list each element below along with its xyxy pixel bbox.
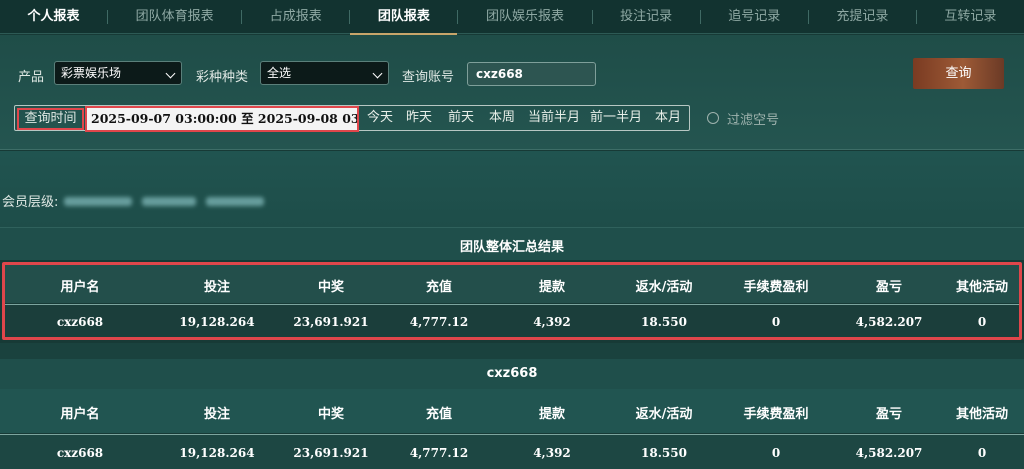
header-rebate: 返水/活动 xyxy=(635,407,693,422)
cell-profit-loss: 4,582.207 xyxy=(855,446,923,460)
blurred-member-level xyxy=(206,197,264,206)
filter-panel: 产品 彩票娱乐场 彩种种类 全选 查询账号 cxz668 查询 查询时间 202… xyxy=(0,35,1024,150)
account-header-row: 用户名 投注 中奖 充值 提款 返水/活动 手续费盈利 盈亏 其他活动 xyxy=(0,389,1024,433)
blurred-member-level xyxy=(142,197,196,206)
chevron-down-icon xyxy=(165,68,176,79)
quick-range-yesterday[interactable]: 昨天 xyxy=(406,106,432,130)
tab-team-report[interactable]: 团队报表 xyxy=(350,0,458,35)
cell-fee-profit: 0 xyxy=(771,446,781,460)
summary-highlight-box xyxy=(2,262,1022,340)
account-input[interactable]: cxz668 xyxy=(467,62,596,86)
header-withdraw: 提款 xyxy=(538,407,565,422)
tab-deposit-withdraw-records[interactable]: 充提记录 xyxy=(809,0,916,34)
header-fee-profit: 手续费盈利 xyxy=(743,407,809,422)
header-username: 用户名 xyxy=(60,407,100,422)
header-profit-loss: 盈亏 xyxy=(875,407,902,422)
tab-transfer-records[interactable]: 互转记录 xyxy=(917,0,1024,34)
time-filter-row: 查询时间 2025-09-07 03:00:00 至 2025-09-08 03… xyxy=(14,105,690,132)
query-time-label: 查询时间 xyxy=(17,108,84,130)
cell-win: 23,691.921 xyxy=(293,446,369,460)
top-tab-bar: 个人报表 团队体育报表 占成报表 团队报表 团队娱乐报表 投注记录 追号记录 充… xyxy=(0,0,1024,35)
header-win: 中奖 xyxy=(317,407,344,422)
cell-bet: 19,128.264 xyxy=(179,446,255,460)
cell-other-activity: 0 xyxy=(977,446,987,460)
quick-range-today[interactable]: 今天 xyxy=(367,106,393,130)
section-divider xyxy=(0,343,1024,359)
cell-rebate: 18.550 xyxy=(641,446,687,460)
header-deposit: 充值 xyxy=(425,407,452,422)
member-level-area: 会员层级: xyxy=(0,151,1024,227)
chevron-down-icon xyxy=(372,68,383,79)
table-row: cxz668 19,128.264 23,691.921 4,777.12 4,… xyxy=(0,434,1024,469)
blurred-member-level xyxy=(64,197,132,206)
lottery-type-label: 彩种种类 xyxy=(196,70,249,85)
tab-share-report[interactable]: 占成报表 xyxy=(242,0,349,34)
query-button[interactable]: 查询 xyxy=(913,58,1004,89)
product-select[interactable]: 彩票娱乐场 xyxy=(54,61,182,85)
header-other-activity: 其他活动 xyxy=(955,407,1008,422)
member-level-label: 会员层级: xyxy=(2,195,59,210)
cell-withdraw: 4,392 xyxy=(533,446,571,460)
quick-range-this-week[interactable]: 本周 xyxy=(489,106,515,130)
summary-title: 团队整体汇总结果 xyxy=(459,240,564,255)
lottery-type-select[interactable]: 全选 xyxy=(260,61,389,85)
product-label: 产品 xyxy=(18,70,45,85)
lottery-type-select-value: 全选 xyxy=(267,66,292,80)
header-bet: 投注 xyxy=(203,407,230,422)
quick-range-previous-half-month[interactable]: 前一半月 xyxy=(590,106,642,130)
tab-chase-records[interactable]: 追号记录 xyxy=(701,0,808,34)
filter-empty-label: 过滤空号 xyxy=(727,113,780,128)
quick-range-current-half-month[interactable]: 当前半月 xyxy=(528,106,580,130)
cell-username: cxz668 xyxy=(56,446,104,460)
time-range-input[interactable]: 2025-09-07 03:00:00 至 2025-09-08 03:00:0… xyxy=(85,106,359,132)
account-label: 查询账号 xyxy=(402,70,455,85)
account-table-title: cxz668 xyxy=(486,366,538,381)
tab-personal-report[interactable]: 个人报表 xyxy=(0,0,107,34)
quick-range-day-before[interactable]: 前天 xyxy=(448,106,474,130)
product-select-value: 彩票娱乐场 xyxy=(61,66,122,80)
filter-empty-radio[interactable] xyxy=(707,112,719,124)
cell-deposit: 4,777.12 xyxy=(409,446,469,460)
tab-bet-records[interactable]: 投注记录 xyxy=(593,0,700,34)
tab-team-entertainment-report[interactable]: 团队娱乐报表 xyxy=(458,0,591,34)
tab-team-sports-report[interactable]: 团队体育报表 xyxy=(108,0,241,34)
quick-range-this-month[interactable]: 本月 xyxy=(655,106,681,130)
